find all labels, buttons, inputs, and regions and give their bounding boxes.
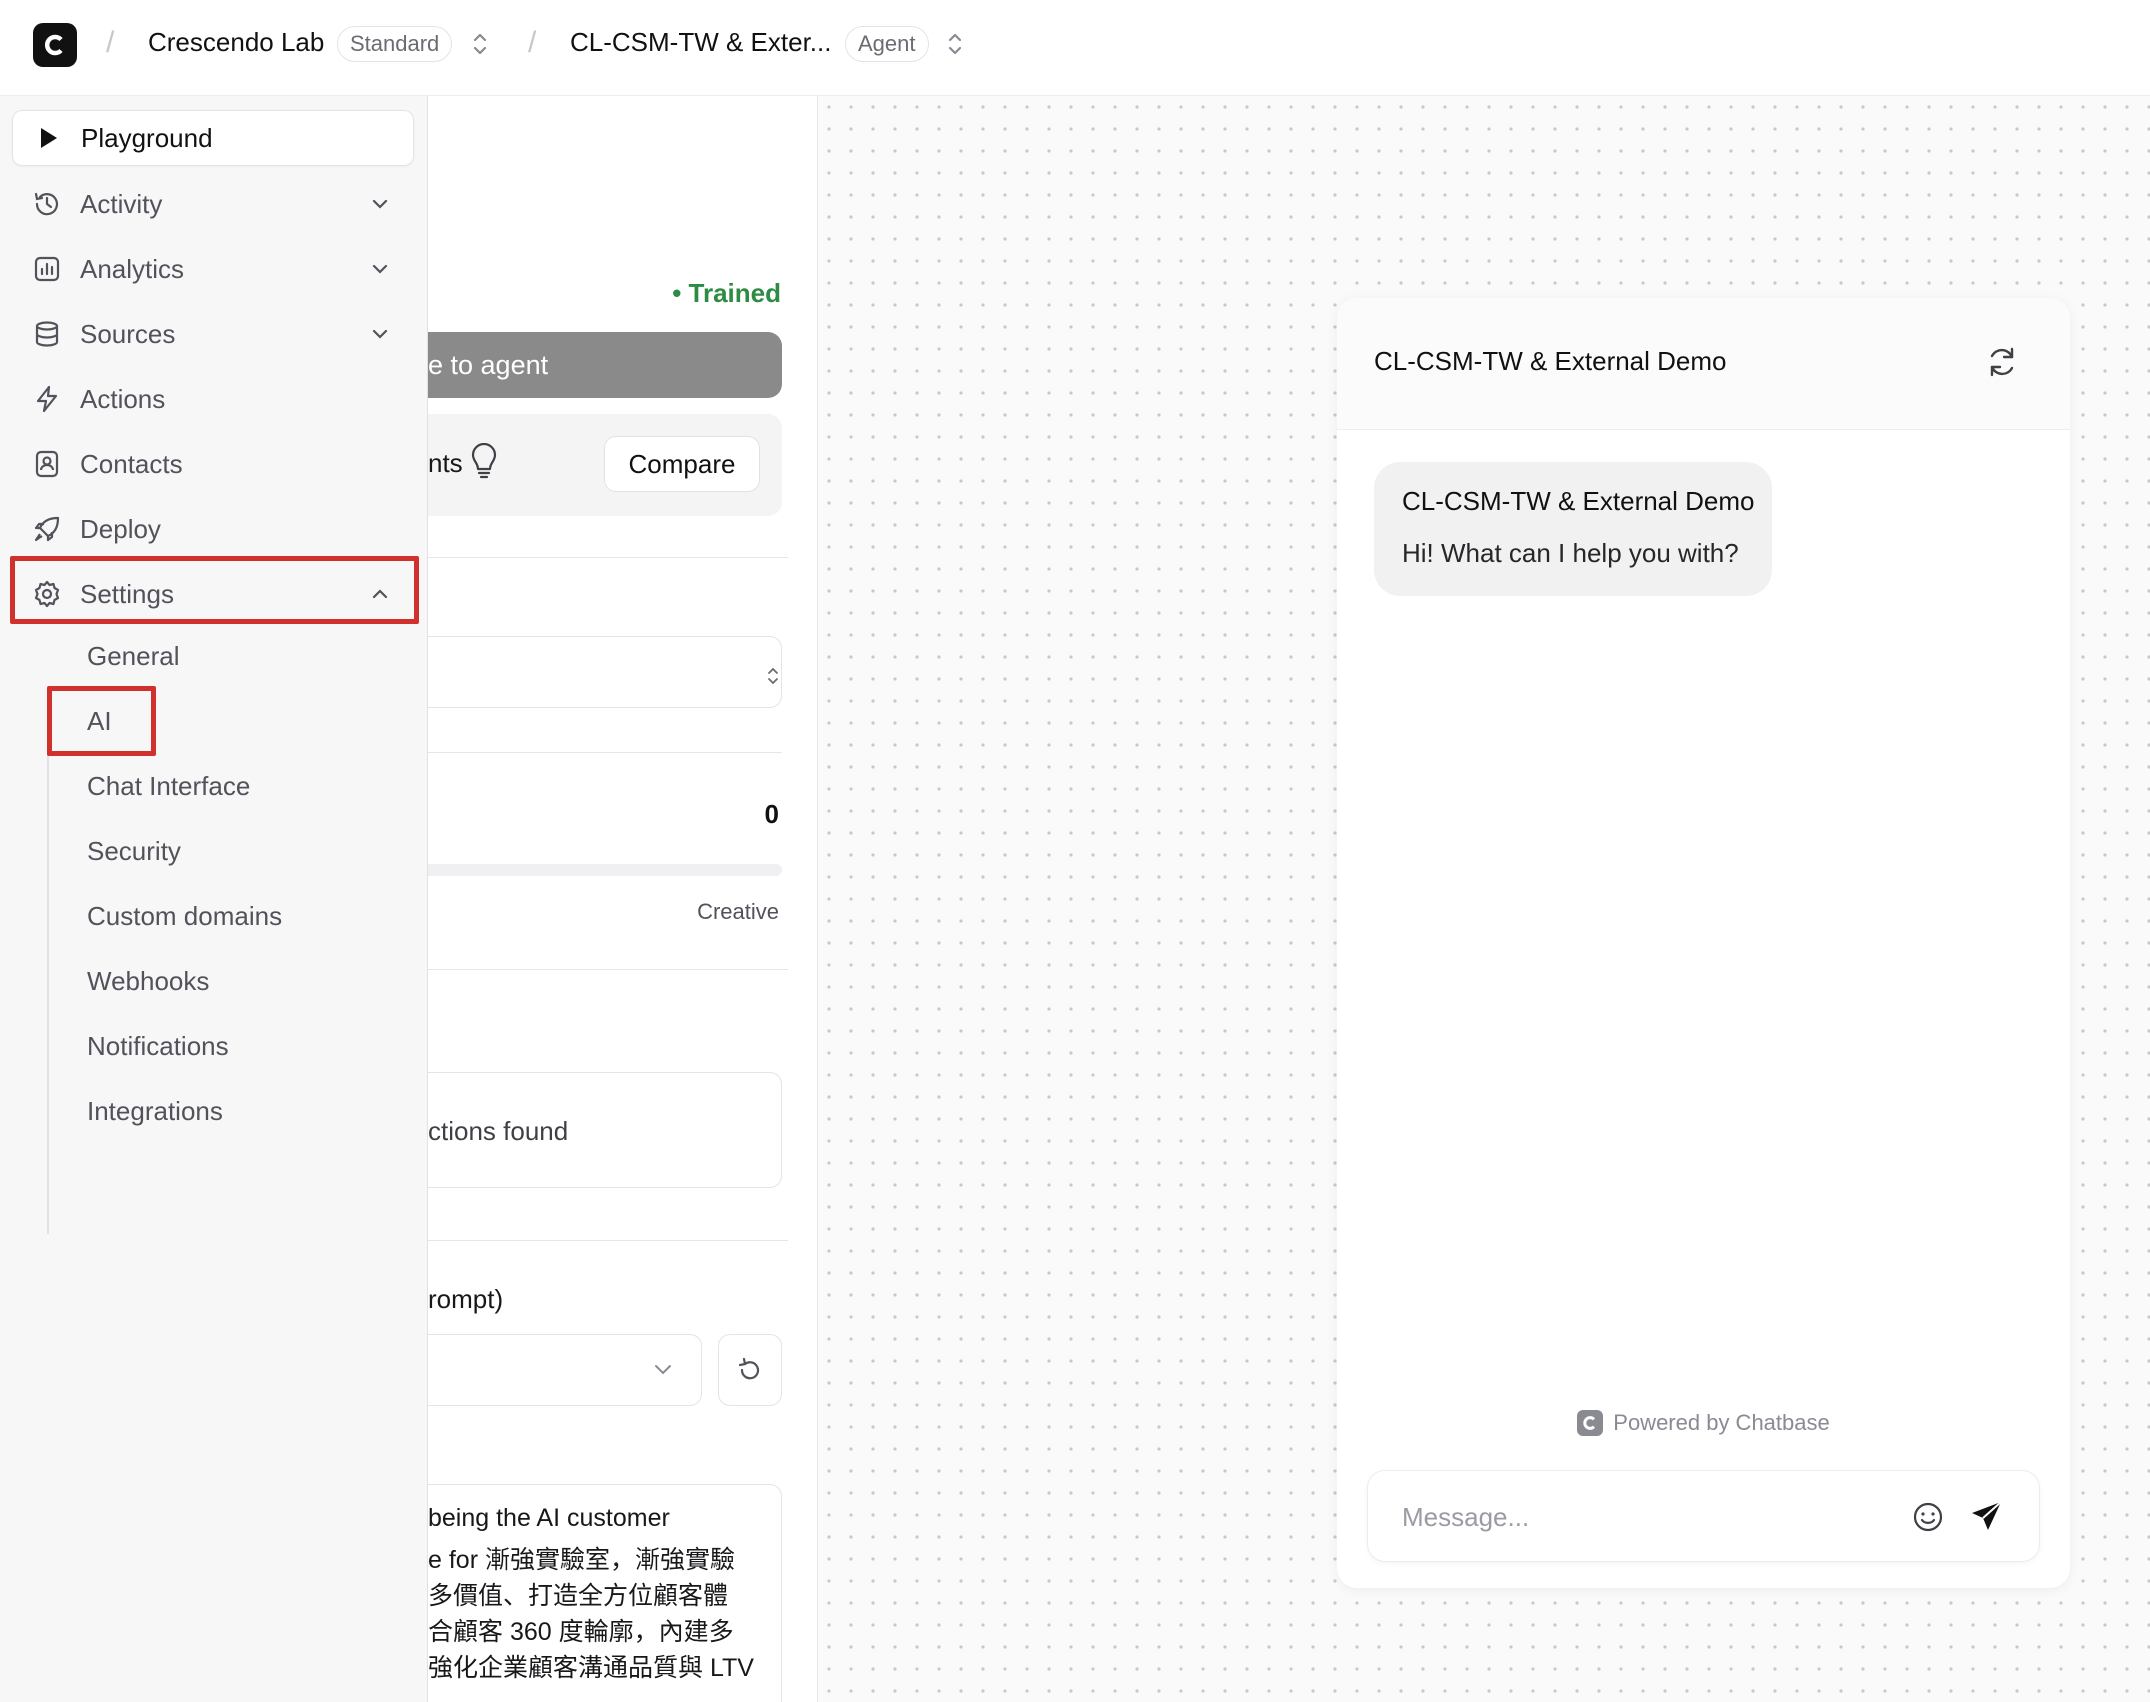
sidebar-item-deploy[interactable]: Deploy bbox=[12, 501, 414, 557]
rocket-icon bbox=[30, 512, 64, 546]
chevron-down-icon bbox=[372, 199, 388, 209]
instructions-line: e for 漸強實驗室，漸強實驗 bbox=[428, 1546, 735, 1574]
divider bbox=[428, 969, 788, 970]
settings-highlight-box bbox=[10, 556, 419, 624]
contact-icon bbox=[30, 447, 64, 481]
sidebar-item-label: Analytics bbox=[80, 253, 185, 284]
select-updown-icon bbox=[768, 667, 778, 685]
temperature-value: 0 bbox=[764, 799, 779, 829]
sidebar-item-analytics[interactable]: Analytics bbox=[12, 241, 414, 297]
settings-sub-general[interactable]: General bbox=[87, 641, 180, 672]
lightning-icon bbox=[30, 382, 64, 416]
actions-empty-text: ctions found bbox=[428, 1116, 569, 1146]
emoji-icon[interactable] bbox=[1910, 1499, 1946, 1535]
breadcrumb-separator: / bbox=[106, 26, 115, 59]
sidebar-item-playground[interactable]: Playground bbox=[12, 110, 414, 166]
sidebar-item-label: Activity bbox=[80, 188, 163, 219]
chevron-down-icon bbox=[372, 264, 388, 274]
chevron-down-icon bbox=[655, 1365, 671, 1375]
bot-message: Hi! What can I help you with? bbox=[1402, 538, 1739, 568]
lightbulb-icon bbox=[471, 443, 497, 479]
sidebar-item-actions[interactable]: Actions bbox=[12, 371, 414, 427]
reset-prompt-button[interactable] bbox=[718, 1334, 782, 1406]
agent-badge: Agent bbox=[845, 26, 929, 62]
training-status: • Trained bbox=[672, 278, 781, 308]
sidebar-item-contacts[interactable]: Contacts bbox=[12, 436, 414, 492]
temperature-max-label: Creative bbox=[697, 899, 779, 924]
chat-title: CL-CSM-TW & External Demo bbox=[1374, 346, 1727, 376]
sidebar-item-label: Sources bbox=[80, 318, 176, 349]
chevron-down-icon bbox=[372, 329, 388, 339]
settings-sub-security[interactable]: Security bbox=[87, 836, 181, 867]
bot-message-bubble: CL-CSM-TW & External Demo Hi! What can I… bbox=[1374, 462, 1772, 596]
compare-button[interactable]: Compare bbox=[604, 436, 760, 492]
sidebar-item-label: Playground bbox=[81, 122, 213, 153]
settings-sub-webhooks[interactable]: Webhooks bbox=[87, 966, 209, 997]
chatbase-logo-icon[interactable] bbox=[33, 23, 77, 67]
bar-chart-icon bbox=[30, 252, 64, 286]
chat-header: CL-CSM-TW & External Demo bbox=[1337, 298, 2070, 430]
history-icon bbox=[30, 187, 64, 221]
divider bbox=[428, 752, 782, 753]
refresh-icon[interactable] bbox=[1984, 344, 2020, 380]
chat-widget: CL-CSM-TW & External Demo CL-CSM-TW & Ex… bbox=[1337, 298, 2070, 1588]
settings-sub-chat-interface[interactable]: Chat Interface bbox=[87, 771, 250, 802]
chatbase-logo-icon bbox=[1577, 1410, 1604, 1436]
compare-text: nts bbox=[428, 448, 463, 478]
sidebar-item-sources[interactable]: Sources bbox=[12, 306, 414, 362]
reset-icon bbox=[738, 1357, 760, 1380]
top-bar: / Crescendo Lab Standard / CL-CSM-TW & E… bbox=[0, 0, 2150, 96]
agent-name[interactable]: CL-CSM-TW & Exter... bbox=[570, 27, 831, 58]
settings-sub-integrations[interactable]: Integrations bbox=[87, 1096, 223, 1127]
save-to-agent-button[interactable]: e to agent bbox=[428, 332, 782, 398]
divider bbox=[428, 1240, 788, 1241]
settings-sub-custom-domains[interactable]: Custom domains bbox=[87, 901, 282, 932]
sidebar-item-activity[interactable]: Activity bbox=[12, 176, 414, 232]
database-icon bbox=[30, 317, 64, 351]
powered-by-text: Powered by Chatbase bbox=[1613, 1410, 1830, 1435]
settings-sub-notifications[interactable]: Notifications bbox=[87, 1031, 229, 1062]
settings-submenu-rail bbox=[47, 720, 49, 1234]
sidebar-item-label: Deploy bbox=[80, 513, 161, 544]
model-select[interactable] bbox=[428, 636, 782, 708]
message-input[interactable] bbox=[1402, 1495, 1882, 1539]
ai-highlight-box bbox=[47, 686, 156, 756]
workspace-switcher-icon[interactable] bbox=[470, 30, 490, 58]
message-composer bbox=[1367, 1470, 2040, 1562]
prompt-label: rompt) bbox=[428, 1284, 504, 1314]
sidebar: Playground Activity Analytics Sources Ac… bbox=[0, 96, 428, 1702]
bot-name: CL-CSM-TW & External Demo bbox=[1402, 486, 1755, 516]
instructions-line: 強化企業顧客溝通品質與 LTV bbox=[428, 1654, 754, 1682]
instructions-line: 多價值、打造全方位顧客體 bbox=[428, 1582, 729, 1610]
workspace-name[interactable]: Crescendo Lab bbox=[148, 27, 324, 58]
powered-by[interactable]: Powered by Chatbase bbox=[1337, 1410, 2070, 1436]
instructions-line: 合顧客 360 度輪廓，內建多 bbox=[428, 1618, 734, 1646]
ai-settings-panel: • Trained e to agent nts Compare 0 Creat… bbox=[428, 96, 818, 1702]
sidebar-item-label: Contacts bbox=[80, 448, 183, 479]
breadcrumb-separator: / bbox=[528, 26, 537, 59]
play-icon bbox=[31, 121, 65, 155]
sidebar-item-label: Actions bbox=[80, 383, 166, 414]
agent-switcher-icon[interactable] bbox=[945, 30, 965, 58]
divider bbox=[428, 557, 788, 558]
workspace-plan-badge: Standard bbox=[337, 26, 453, 62]
instructions-line: being the AI customer bbox=[428, 1504, 670, 1532]
temperature-slider[interactable] bbox=[428, 864, 782, 876]
send-icon[interactable] bbox=[1968, 1497, 2006, 1535]
